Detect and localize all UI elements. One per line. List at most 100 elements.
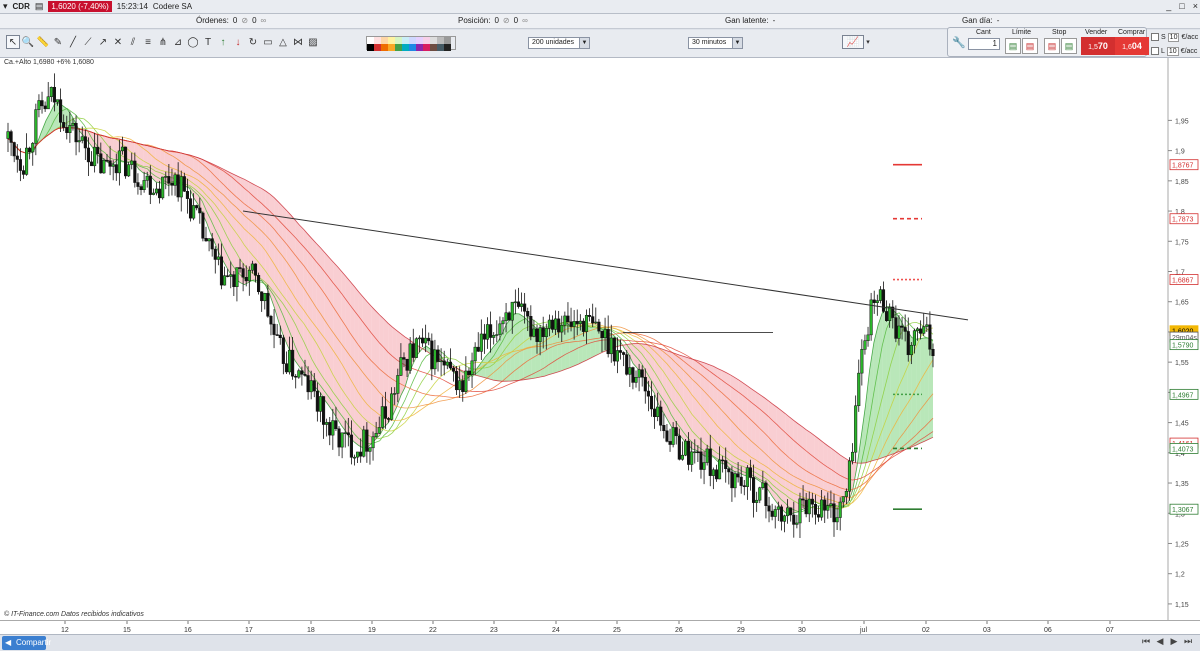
candle-body <box>161 176 165 199</box>
quantity-input[interactable]: 1 <box>968 38 1000 50</box>
palette-swatch[interactable] <box>437 37 444 44</box>
scroll-end-icon[interactable]: ⏭ <box>1182 636 1194 647</box>
arrow-down-icon[interactable]: ↓ <box>231 35 245 49</box>
palette-swatch[interactable] <box>374 37 381 44</box>
palette-swatch[interactable] <box>381 44 388 51</box>
palette-swatch[interactable] <box>430 37 437 44</box>
cancel-icon[interactable]: ⊘ <box>241 16 248 25</box>
stop-sell-icon[interactable]: ▤ <box>1044 38 1060 54</box>
chevron-down-icon[interactable]: ▾ <box>864 35 872 49</box>
pencil-icon[interactable]: ✎ <box>51 35 65 49</box>
x-tick-label: 06 <box>1044 627 1052 634</box>
scroll-left-icon[interactable]: ◀ <box>1154 636 1166 647</box>
triangle-icon[interactable]: △ <box>276 35 290 49</box>
measure-icon[interactable]: 📏 <box>36 35 50 49</box>
menu-icon[interactable]: ▤ <box>35 1 44 12</box>
buy-button[interactable]: 1,604 <box>1115 37 1149 55</box>
candle-body <box>578 320 582 324</box>
candle-body <box>699 451 703 470</box>
palette-swatch[interactable] <box>423 37 430 44</box>
gann-icon[interactable]: ⊿ <box>171 35 185 49</box>
text-icon[interactable]: T <box>201 35 215 49</box>
close-button[interactable]: × <box>1193 1 1198 11</box>
palette-swatch[interactable] <box>395 44 402 51</box>
limit-buy-icon[interactable]: ▤ <box>1005 38 1021 54</box>
palette-swatch[interactable] <box>395 37 402 44</box>
pattern-icon[interactable]: ⋈ <box>291 35 305 49</box>
line-icon[interactable]: ╱ <box>66 35 80 49</box>
palette-swatch[interactable] <box>374 44 381 51</box>
ellipse-icon[interactable]: ◯ <box>186 35 200 49</box>
color-palette[interactable] <box>366 36 456 51</box>
palette-swatch[interactable] <box>416 44 423 51</box>
candle-body <box>49 86 53 97</box>
candle-body <box>683 440 688 456</box>
palette-swatch[interactable] <box>388 37 395 44</box>
chart-canvas[interactable]: 1,951,91,851,81,751,71,651,61,551,51,451… <box>0 58 1200 620</box>
close-position-icon[interactable]: ⊘ <box>503 16 510 25</box>
cross-icon[interactable]: ✕ <box>111 35 125 49</box>
instrument-arrow-icon[interactable]: ▾ <box>3 1 8 12</box>
palette-swatch[interactable] <box>367 37 374 44</box>
rectangle-icon[interactable]: ▭ <box>261 35 275 49</box>
candle-body <box>340 432 344 448</box>
palette-swatch[interactable] <box>388 44 395 51</box>
price-chart[interactable]: 1,951,91,851,81,751,71,651,61,551,51,451… <box>0 58 1200 620</box>
palette-swatch[interactable] <box>409 37 416 44</box>
limit-sell-icon[interactable]: ▤ <box>1022 38 1038 54</box>
palette-swatch[interactable] <box>381 37 388 44</box>
fibonacci-icon[interactable]: ≡ <box>141 35 155 49</box>
rotate-icon[interactable]: ↻ <box>246 35 260 49</box>
palette-swatch[interactable] <box>416 37 423 44</box>
s-checkbox[interactable] <box>1151 33 1159 41</box>
maximize-button[interactable]: □ <box>1179 1 1184 11</box>
channel-icon[interactable]: ⫽ <box>126 35 140 49</box>
link-icon[interactable]: ∞ <box>522 16 528 25</box>
andrews-icon[interactable]: ⋔ <box>156 35 170 49</box>
chevron-down-icon: ▼ <box>579 38 589 48</box>
palette-swatch[interactable] <box>367 44 374 51</box>
palette-swatch[interactable] <box>402 37 409 44</box>
ribbon-fill <box>764 397 769 491</box>
share-button[interactable]: ◀ Compartir <box>2 636 51 650</box>
palette-swatch[interactable] <box>437 44 444 51</box>
l-checkbox[interactable] <box>1151 47 1159 55</box>
candle-body <box>238 267 242 269</box>
cursor-icon[interactable]: ↖ <box>6 35 20 49</box>
instrument-symbol[interactable]: CDR <box>13 2 30 11</box>
chart-type-icon[interactable]: 📈 <box>842 35 864 49</box>
candle-body <box>442 360 446 366</box>
candle-body <box>275 334 279 336</box>
ray-icon[interactable]: ↗ <box>96 35 110 49</box>
link-icon[interactable]: ∞ <box>261 16 267 25</box>
candle-body <box>6 131 10 139</box>
extended-line-icon[interactable]: ⟋ <box>81 35 95 49</box>
arrow-up-icon[interactable]: ↑ <box>216 35 230 49</box>
candle-body <box>733 473 737 489</box>
palette-swatch[interactable] <box>430 44 437 51</box>
units-select[interactable]: 200 unidades ▼ <box>528 37 590 49</box>
latent-gain-status: Gan latente: - <box>725 16 775 25</box>
l-qty[interactable]: 10 <box>1166 46 1179 56</box>
y-tick-label: 1,35 <box>1175 481 1189 488</box>
candle-body <box>755 499 759 503</box>
zoom-icon[interactable]: 🔍 <box>21 35 35 49</box>
stop-buy-icon[interactable]: ▤ <box>1061 38 1077 54</box>
scroll-start-icon[interactable]: ⏮ <box>1140 636 1152 647</box>
s-qty[interactable]: 10 <box>1167 32 1180 42</box>
wrench-icon[interactable]: 🔧 <box>952 36 966 49</box>
palette-swatch[interactable] <box>409 44 416 51</box>
interval-select[interactable]: 30 minutos ▼ <box>688 37 743 49</box>
latent-gain-label: Gan latente: <box>725 16 769 25</box>
palette-swatch[interactable] <box>444 44 451 51</box>
sell-button[interactable]: 1,570 <box>1081 37 1115 55</box>
fill-icon[interactable]: ▨ <box>306 35 320 49</box>
palette-swatch[interactable] <box>402 44 409 51</box>
palette-swatch[interactable] <box>444 37 451 44</box>
minimize-button[interactable]: _ <box>1166 1 1171 11</box>
palette-swatch[interactable] <box>423 44 430 51</box>
candle-body <box>241 268 245 278</box>
scroll-right-icon[interactable]: ▶ <box>1168 636 1180 647</box>
candle-body <box>931 348 935 357</box>
candle-body <box>284 363 288 373</box>
